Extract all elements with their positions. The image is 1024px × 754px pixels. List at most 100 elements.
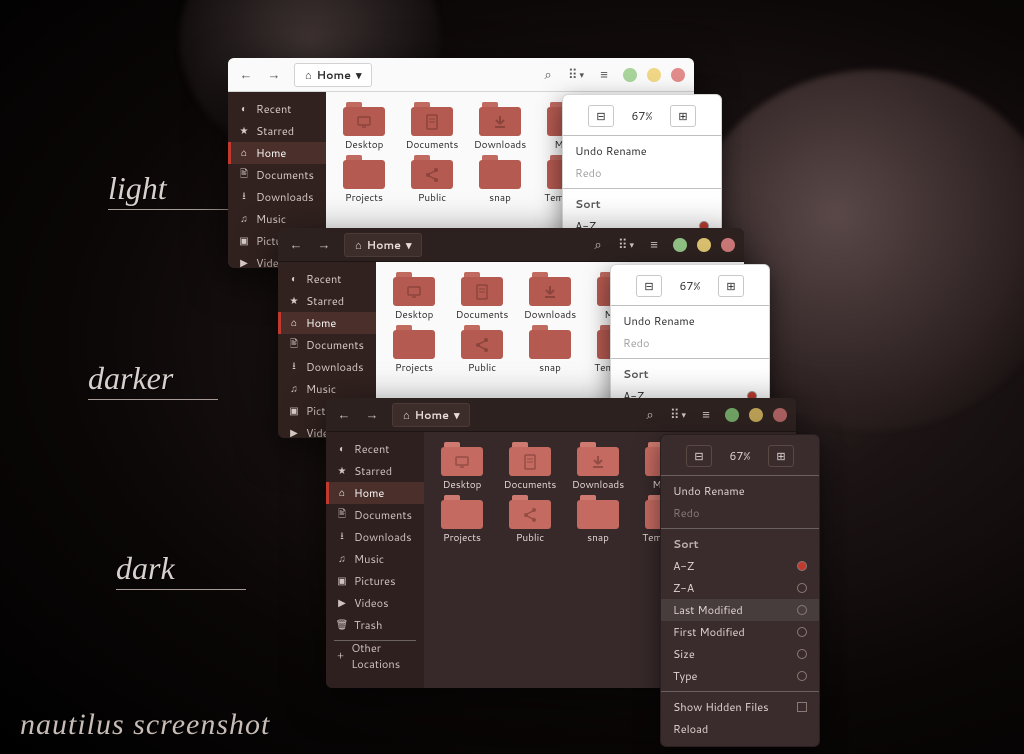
hamburger-menu[interactable]: ≡ — [592, 63, 616, 87]
sidebar-item-other-locations[interactable]: +Other Locations — [326, 645, 424, 667]
folder-icon — [411, 102, 453, 136]
folder-public[interactable]: Public — [498, 495, 562, 544]
zoom-out-button[interactable]: ⊟ — [686, 445, 712, 467]
zoom-in-button[interactable]: ⊞ — [718, 275, 744, 297]
sidebar-item-recent[interactable]: ◐Recent — [278, 268, 376, 290]
menu-reload[interactable]: Reload — [661, 718, 819, 740]
menu-undo[interactable]: Undo Rename — [661, 480, 819, 502]
forward-button[interactable]: → — [312, 233, 336, 257]
folder-projects[interactable]: Projects — [430, 495, 494, 544]
recent-icon: ◐ — [238, 102, 250, 116]
window-maximize[interactable] — [647, 68, 661, 82]
window-maximize[interactable] — [697, 238, 711, 252]
sidebar-item-recent[interactable]: ◐Recent — [326, 438, 424, 460]
sidebar-item-home[interactable]: ⌂Home — [278, 312, 376, 334]
menu-sort-size[interactable]: Size — [661, 643, 819, 665]
sidebar-item-starred[interactable]: ★Starred — [278, 290, 376, 312]
back-button[interactable]: ← — [234, 63, 258, 87]
folder-snap[interactable]: snap — [566, 495, 630, 544]
sidebar-item-documents[interactable]: 🖹Documents — [326, 504, 424, 526]
search-button[interactable]: ⌕ — [536, 63, 560, 87]
sidebar-item-label: Recent — [354, 441, 389, 457]
hamburger-menu[interactable]: ≡ — [694, 403, 718, 427]
checkbox-icon — [797, 702, 807, 712]
folder-documents[interactable]: Documents — [400, 102, 464, 151]
sidebar-item-starred[interactable]: ★Starred — [228, 120, 326, 142]
sidebar-item-downloads[interactable]: ⭳Downloads — [278, 356, 376, 378]
window-minimize[interactable] — [725, 408, 739, 422]
downloads-icon: ⭳ — [336, 529, 348, 546]
window-minimize[interactable] — [623, 68, 637, 82]
folder-snap[interactable]: snap — [518, 325, 582, 374]
folder-public[interactable]: Public — [450, 325, 514, 374]
window-close[interactable] — [773, 408, 787, 422]
sidebar-item-recent[interactable]: ◐Recent — [228, 98, 326, 120]
folder-projects[interactable]: Projects — [382, 325, 446, 374]
grid-icon: ⠿ — [568, 66, 578, 84]
folder-label: Public — [516, 533, 544, 544]
view-switcher[interactable]: ⠿▾ — [564, 63, 588, 87]
menu-undo[interactable]: Undo Rename — [563, 140, 721, 162]
search-button[interactable]: ⌕ — [586, 233, 610, 257]
window-minimize[interactable] — [673, 238, 687, 252]
back-button[interactable]: ← — [284, 233, 308, 257]
view-switcher[interactable]: ⠿▾ — [614, 233, 638, 257]
sidebar-item-home[interactable]: ⌂Home — [228, 142, 326, 164]
folder-icon — [479, 102, 521, 136]
window-close[interactable] — [671, 68, 685, 82]
folder-desktop[interactable]: Desktop — [332, 102, 396, 151]
menu-sort-last-modified[interactable]: Last Modified — [661, 599, 819, 621]
sidebar-item-documents[interactable]: 🖹Documents — [228, 164, 326, 186]
forward-button[interactable]: → — [262, 63, 286, 87]
path-bar[interactable]: ⌂ Home ▾ — [392, 403, 470, 427]
sidebar-item-downloads[interactable]: ⭳Downloads — [326, 526, 424, 548]
sidebar-item-videos[interactable]: ▶Videos — [326, 592, 424, 614]
back-button[interactable]: ← — [332, 403, 356, 427]
sidebar-item-starred[interactable]: ★Starred — [326, 460, 424, 482]
folder-documents[interactable]: Documents — [498, 442, 562, 491]
folder-downloads[interactable]: Downloads — [566, 442, 630, 491]
zoom-in-button[interactable]: ⊞ — [768, 445, 794, 467]
sidebar-item-pictures[interactable]: ▣Pictures — [326, 570, 424, 592]
folder-projects[interactable]: Projects — [332, 155, 396, 204]
folder-icon — [393, 325, 435, 359]
zoom-in-button[interactable]: ⊞ — [670, 105, 696, 127]
sidebar-item-trash[interactable]: 🗑Trash — [326, 614, 424, 636]
menu-show-hidden[interactable]: Show Hidden Files — [661, 696, 819, 718]
radio-icon — [797, 649, 807, 659]
menu-sort-first-modified[interactable]: First Modified — [661, 621, 819, 643]
path-bar[interactable]: ⌂ Home ▾ — [344, 233, 422, 257]
menu-undo[interactable]: Undo Rename — [611, 310, 769, 332]
folder-downloads[interactable]: Downloads — [518, 272, 582, 321]
folder-icon — [343, 155, 385, 189]
downloads-icon: ⭳ — [288, 359, 300, 376]
window-close[interactable] — [721, 238, 735, 252]
folder-documents[interactable]: Documents — [450, 272, 514, 321]
window-maximize[interactable] — [749, 408, 763, 422]
folder-public[interactable]: Public — [400, 155, 464, 204]
sidebar-item-documents[interactable]: 🖹Documents — [278, 334, 376, 356]
folder-downloads[interactable]: Downloads — [468, 102, 532, 151]
sidebar-item-label: Downloads — [256, 189, 314, 205]
pictures-icon: ▣ — [238, 234, 250, 248]
search-button[interactable]: ⌕ — [638, 403, 662, 427]
folder-snap[interactable]: snap — [468, 155, 532, 204]
zoom-out-button[interactable]: ⊟ — [636, 275, 662, 297]
folder-desktop[interactable]: Desktop — [382, 272, 446, 321]
zoom-out-button[interactable]: ⊟ — [588, 105, 614, 127]
hamburger-menu[interactable]: ≡ — [642, 233, 666, 257]
menu-sort-a-z[interactable]: A-Z — [661, 555, 819, 577]
sidebar-item-music[interactable]: ♫Music — [278, 378, 376, 400]
chevron-down-icon: ▾ — [682, 408, 687, 421]
view-switcher[interactable]: ⠿▾ — [666, 403, 690, 427]
forward-button[interactable]: → — [360, 403, 384, 427]
sidebar-item-music[interactable]: ♫Music — [228, 208, 326, 230]
path-bar[interactable]: ⌂ Home ▾ — [294, 63, 372, 87]
sidebar-item-home[interactable]: ⌂Home — [326, 482, 424, 504]
sidebar-item-label: Home — [256, 145, 286, 161]
folder-desktop[interactable]: Desktop — [430, 442, 494, 491]
menu-sort-z-a[interactable]: Z-A — [661, 577, 819, 599]
sidebar-item-downloads[interactable]: ⭳Downloads — [228, 186, 326, 208]
sidebar-item-music[interactable]: ♫Music — [326, 548, 424, 570]
menu-sort-type[interactable]: Type — [661, 665, 819, 687]
